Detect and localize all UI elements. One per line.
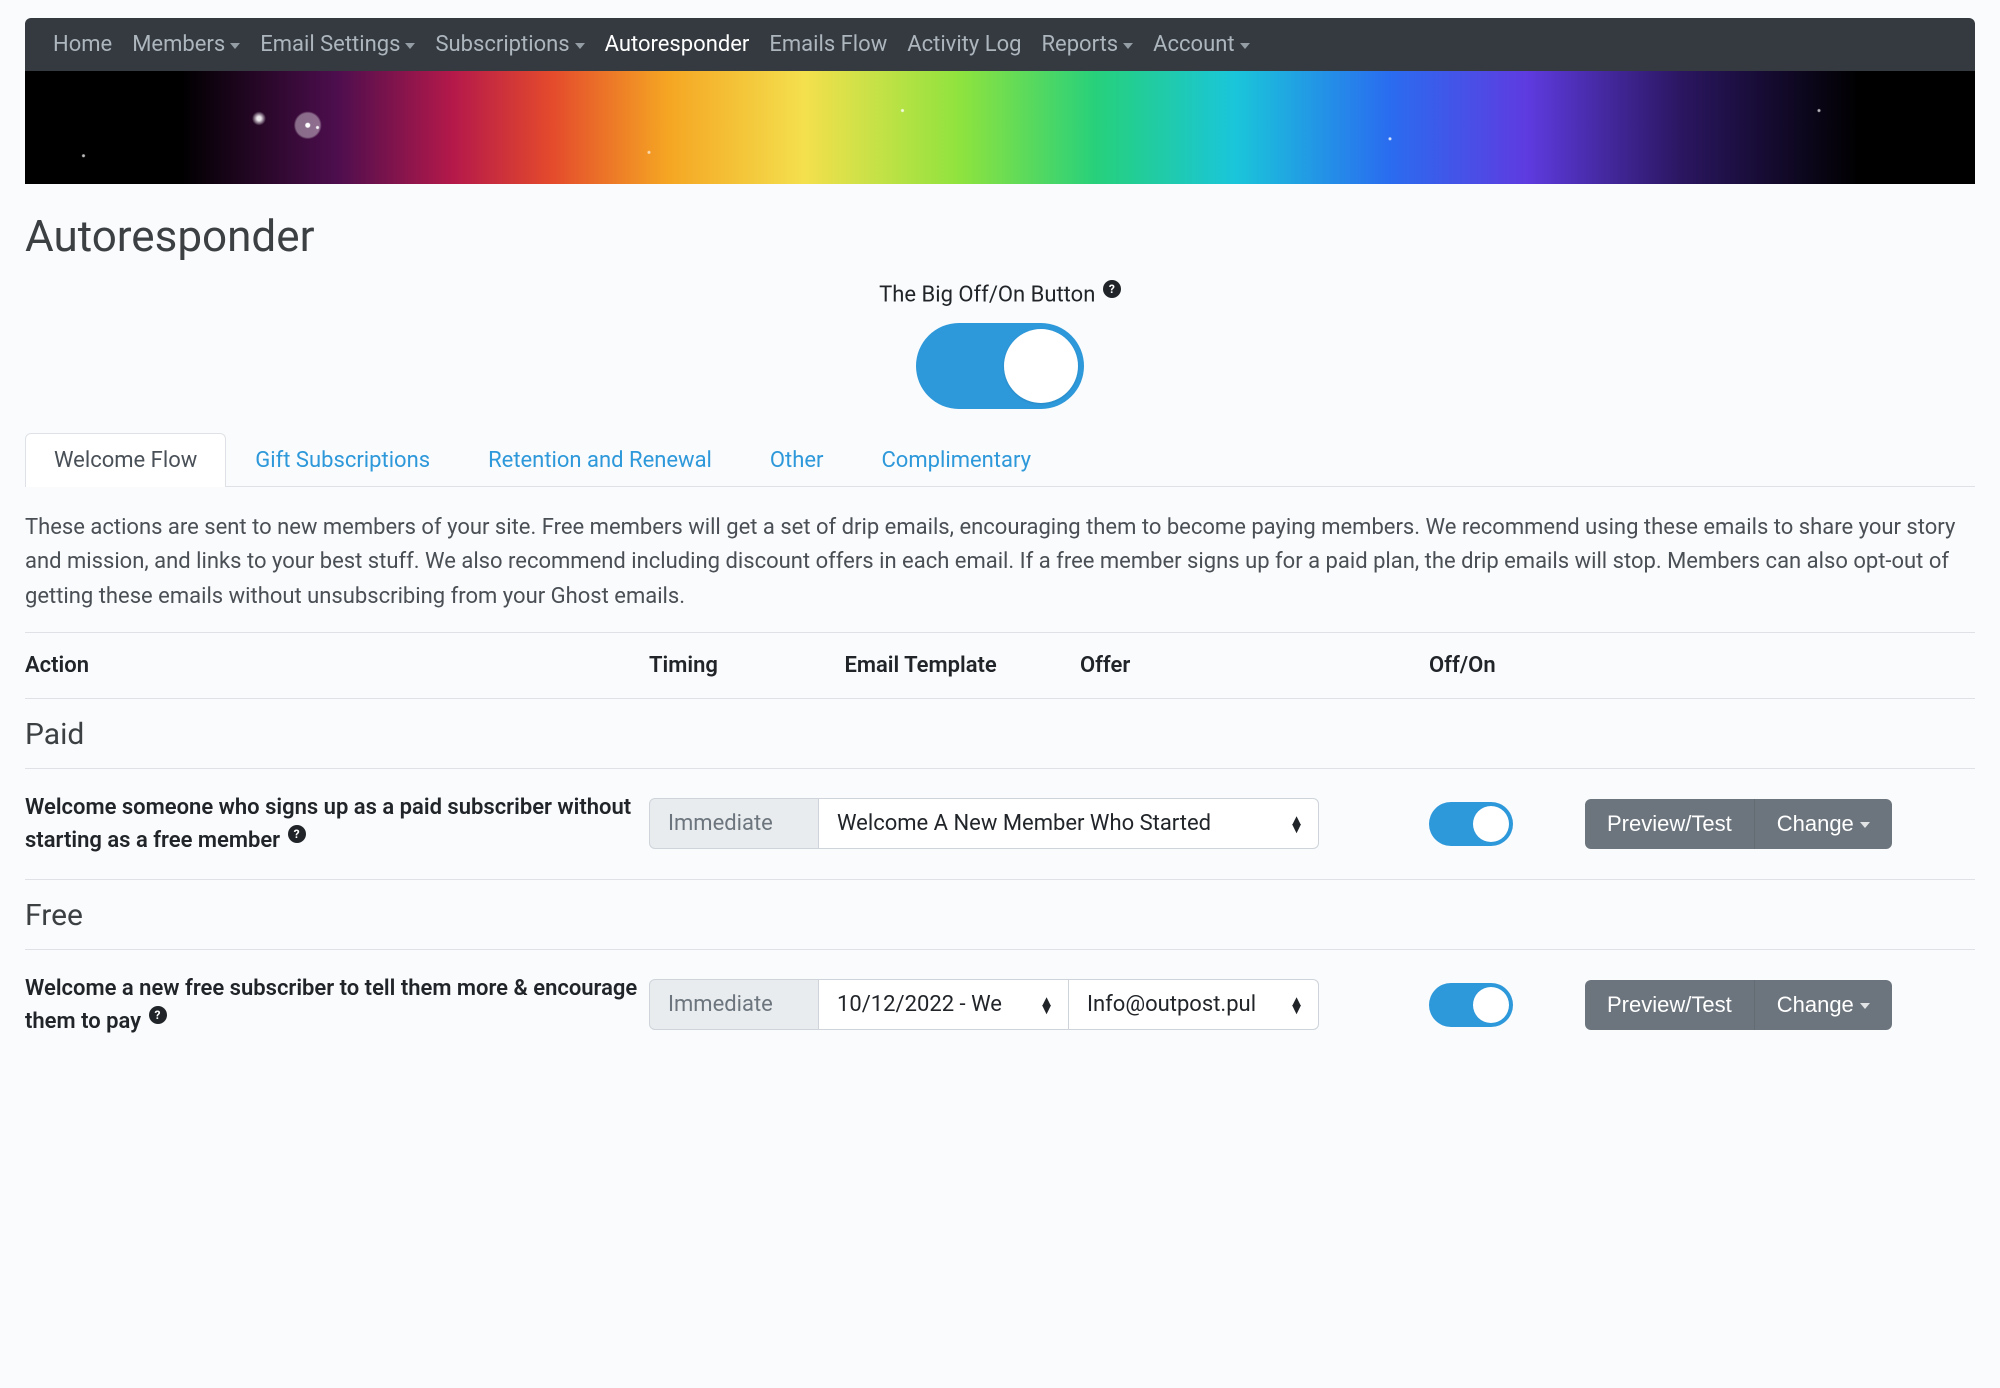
timing-field: Immediate (649, 979, 819, 1030)
master-toggle[interactable] (916, 323, 1084, 409)
help-icon[interactable]: ? (1103, 280, 1121, 298)
row-toggle[interactable] (1429, 802, 1513, 846)
actions-table: Action Timing Email Template Offer Off/O… (25, 632, 1975, 1060)
nav-activity-log[interactable]: Activity Log (907, 32, 1021, 57)
col-action: Action (25, 632, 649, 698)
tab-other[interactable]: Other (741, 433, 853, 487)
chevron-down-icon (575, 43, 585, 49)
chevron-down-icon (1123, 43, 1133, 49)
tab-retention-renewal[interactable]: Retention and Renewal (459, 433, 741, 487)
nav-members[interactable]: Members (132, 32, 240, 57)
offer-select[interactable]: Info@outpost.pul ▲▼ (1069, 979, 1319, 1030)
table-row: Welcome a new free subscriber to tell th… (25, 949, 1975, 1060)
chevron-down-icon (1860, 822, 1870, 828)
chevron-down-icon (1240, 43, 1250, 49)
change-button[interactable]: Change (1754, 799, 1892, 849)
tab-description: These actions are sent to new members of… (25, 511, 1975, 613)
tab-bar: Welcome Flow Gift Subscriptions Retentio… (25, 433, 1975, 487)
preview-test-button[interactable]: Preview/Test (1585, 980, 1754, 1030)
chevron-down-icon (405, 43, 415, 49)
nav-email-settings[interactable]: Email Settings (260, 32, 415, 57)
nav-autoresponder[interactable]: Autoresponder (605, 32, 750, 57)
section-paid: Paid (25, 698, 1975, 768)
toggle-knob (1473, 987, 1509, 1023)
toggle-knob (1473, 806, 1509, 842)
page-title: Autoresponder (25, 210, 1975, 262)
tab-complimentary[interactable]: Complimentary (852, 433, 1060, 487)
email-template-select[interactable]: Welcome A New Member Who Started ▲▼ (819, 798, 1319, 849)
sort-icon: ▲▼ (1289, 815, 1304, 832)
nav-home[interactable]: Home (53, 32, 112, 57)
action-label: Welcome someone who signs up as a paid s… (25, 768, 649, 879)
sort-icon: ▲▼ (1289, 996, 1304, 1013)
nav-emails-flow[interactable]: Emails Flow (769, 32, 887, 57)
preview-test-button[interactable]: Preview/Test (1585, 799, 1754, 849)
tab-welcome-flow[interactable]: Welcome Flow (25, 433, 226, 487)
chevron-down-icon (230, 43, 240, 49)
timing-field: Immediate (649, 798, 819, 849)
big-toggle-label: The Big Off/On Button ? (879, 280, 1121, 307)
col-timing: Timing Email Template Offer (649, 632, 1429, 698)
toggle-knob (1004, 329, 1078, 403)
help-icon[interactable]: ? (288, 825, 306, 843)
section-free: Free (25, 879, 1975, 949)
action-label: Welcome a new free subscriber to tell th… (25, 949, 649, 1060)
nav-account[interactable]: Account (1153, 32, 1249, 57)
email-template-select[interactable]: 10/12/2022 - We ▲▼ (819, 979, 1069, 1030)
sort-icon: ▲▼ (1039, 996, 1054, 1013)
row-toggle[interactable] (1429, 983, 1513, 1027)
nav-reports[interactable]: Reports (1041, 32, 1133, 57)
help-icon[interactable]: ? (149, 1006, 167, 1024)
tab-gift-subscriptions[interactable]: Gift Subscriptions (226, 433, 459, 487)
nav-subscriptions[interactable]: Subscriptions (435, 32, 584, 57)
chevron-down-icon (1860, 1003, 1870, 1009)
main-navbar: Home Members Email Settings Subscription… (25, 18, 1975, 71)
change-button[interactable]: Change (1754, 980, 1892, 1030)
table-row: Welcome someone who signs up as a paid s… (25, 768, 1975, 879)
header-banner (25, 71, 1975, 184)
col-offon: Off/On (1429, 632, 1585, 698)
